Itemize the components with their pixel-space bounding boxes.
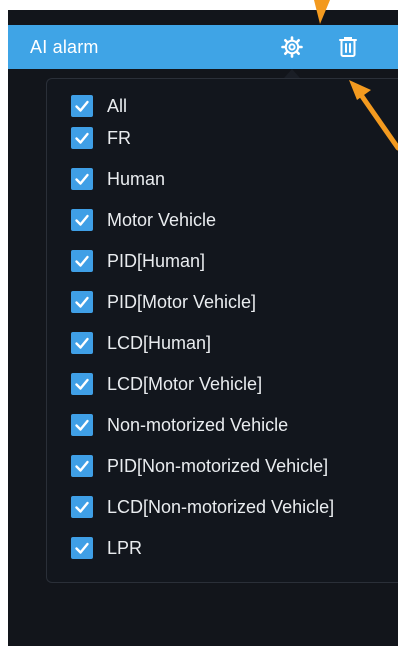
option-lcd-motor-vehicle[interactable]: LCD[Motor Vehicle]: [71, 373, 262, 395]
trash-icon[interactable]: [336, 35, 360, 59]
option-lcd-non-motorized-vehicle[interactable]: LCD[Non-motorized Vehicle]: [71, 496, 334, 518]
popup-pointer: [284, 69, 300, 78]
alarm-header: AI alarm: [8, 25, 398, 69]
checkbox-fr[interactable]: [71, 127, 93, 149]
annotation-arrow-icon: [349, 80, 398, 151]
checkbox-pid-human[interactable]: [71, 250, 93, 272]
alarm-title: AI alarm: [30, 37, 99, 57]
option-label: All: [107, 95, 128, 116]
option-lpr[interactable]: LPR: [71, 537, 142, 559]
checkbox-lcd-motor-vehicle[interactable]: [71, 373, 93, 395]
checkbox-motor-vehicle[interactable]: [71, 209, 93, 231]
option-label: Non-motorized Vehicle: [107, 414, 289, 435]
option-label: LCD[Motor Vehicle]: [107, 373, 263, 394]
checkbox-human[interactable]: [71, 168, 93, 190]
option-label: PID[Motor Vehicle]: [107, 291, 257, 312]
option-label: Motor Vehicle: [107, 209, 217, 230]
screenshot-frame: AI alarm All FR Human Motor Vehicle PID[…: [0, 0, 398, 646]
option-non-motorized-vehicle[interactable]: Non-motorized Vehicle: [71, 414, 288, 436]
alarm-panel: AI alarm All FR Human Motor Vehicle PID[…: [8, 10, 398, 646]
option-label: LCD[Human]: [107, 332, 212, 353]
option-fr[interactable]: FR: [71, 127, 131, 149]
option-human[interactable]: Human: [71, 168, 165, 190]
checkbox-non-motorized-vehicle[interactable]: [71, 414, 93, 436]
option-all[interactable]: All: [71, 95, 127, 117]
option-label: PID[Human]: [107, 250, 206, 271]
annotation-arrow-icon: [314, 0, 330, 24]
option-label: FR: [107, 127, 131, 148]
gear-icon[interactable]: [280, 35, 304, 59]
checkbox-lpr[interactable]: [71, 537, 93, 559]
option-motor-vehicle[interactable]: Motor Vehicle: [71, 209, 216, 231]
checkbox-pid-non-motorized-vehicle[interactable]: [71, 455, 93, 477]
checkbox-pid-motor-vehicle[interactable]: [71, 291, 93, 313]
checkbox-lcd-human[interactable]: [71, 332, 93, 354]
checkbox-all[interactable]: [71, 95, 93, 117]
option-label: Human: [107, 168, 166, 189]
checkbox-lcd-non-motorized-vehicle[interactable]: [71, 496, 93, 518]
option-label: LPR: [107, 537, 143, 558]
option-label: PID[Non-motorized Vehicle]: [107, 455, 329, 476]
option-label: LCD[Non-motorized Vehicle]: [107, 496, 335, 517]
option-pid-human[interactable]: PID[Human]: [71, 250, 205, 272]
option-lcd-human[interactable]: LCD[Human]: [71, 332, 211, 354]
option-pid-non-motorized-vehicle[interactable]: PID[Non-motorized Vehicle]: [71, 455, 328, 477]
option-pid-motor-vehicle[interactable]: PID[Motor Vehicle]: [71, 291, 256, 313]
